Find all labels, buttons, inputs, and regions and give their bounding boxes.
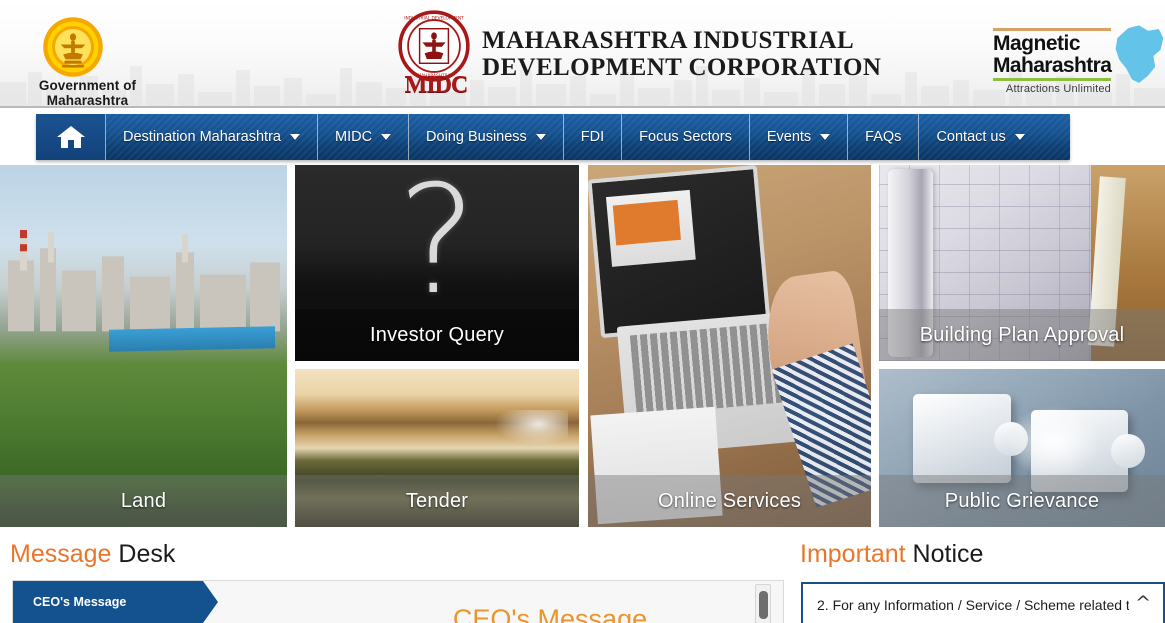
puzzle-piece [913, 394, 1011, 483]
midc-wordmark: MIDC [404, 72, 469, 98]
nav-item-destination-maharashtra[interactable]: Destination Maharashtra [106, 114, 318, 160]
nav-item-events[interactable]: Events [750, 114, 849, 160]
home-icon [56, 126, 85, 148]
chevron-down-icon [820, 134, 831, 140]
chevron-down-icon [289, 134, 300, 140]
important-notice-section-title: Important Notice [800, 540, 983, 569]
midc-title-line2: DEVELOPMENT CORPORATION [482, 54, 882, 81]
nav-home-button[interactable] [36, 114, 106, 160]
important-notice-panel: 2. For any Information / Service / Schem… [801, 582, 1165, 623]
nav-item-focus-sectors[interactable]: Focus Sectors [622, 114, 750, 160]
main-navigation-bar: Destination Maharashtra MIDC Doing Busin… [0, 108, 1165, 165]
paper-sheen [493, 410, 568, 445]
blue-shed-roof [109, 326, 276, 352]
chevron-down-icon [535, 134, 546, 140]
tile-land[interactable]: Land [0, 165, 287, 527]
maharashtra-state-emblem-icon [43, 17, 103, 77]
message-desk-scrollbar[interactable] [755, 584, 771, 623]
tile-caption: Investor Query [295, 309, 579, 361]
gov-of-maharashtra-label: Government of Maharashtra [38, 78, 137, 108]
magnetic-maharashtra-logo[interactable]: Magnetic Maharashtra Attractions Unlimit… [993, 28, 1118, 95]
site-header: Government of Maharashtra INDUSTRIAL DEV… [0, 0, 1165, 108]
message-desk-tab-ceos-message[interactable]: CEO's Message [13, 581, 203, 623]
nav-item-label: Focus Sectors [639, 129, 732, 145]
tile-caption: Land [0, 475, 287, 527]
nav-list: Destination Maharashtra MIDC Doing Busin… [36, 114, 1070, 160]
notice-item-text[interactable]: 2. For any Information / Service / Schem… [817, 597, 1129, 613]
nav-item-label: FAQs [865, 129, 902, 145]
tile-building-plan-approval[interactable]: Building Plan Approval [879, 165, 1165, 361]
scrollbar-thumb[interactable] [759, 591, 768, 619]
message-desk-body-heading: CEO's Message [452, 604, 648, 623]
nav-item-label: Destination Maharashtra [123, 129, 281, 145]
nav-item-label: Doing Business [426, 129, 527, 145]
chevron-down-icon [1014, 134, 1025, 140]
important-notice-title-rest: Notice [905, 540, 984, 568]
tile-tender[interactable]: Tender [295, 369, 579, 527]
magnetic-tagline: Attractions Unlimited [1005, 83, 1111, 95]
tile-caption: Online Services [588, 475, 871, 527]
tile-caption: Tender [295, 475, 579, 527]
highlight-glow [1004, 403, 1103, 480]
nav-item-label: Events [766, 129, 812, 145]
nav-item-contact-us[interactable]: Contact us [919, 114, 1041, 160]
magnetic-line2: Maharashtra [993, 54, 1112, 77]
question-mark-icon: ? [397, 165, 477, 328]
lower-content-area: Message Desk CEO's Message CEO's Message… [0, 530, 1165, 623]
message-desk-section-title: Message Desk [10, 540, 175, 569]
nav-item-doing-business[interactable]: Doing Business [409, 114, 564, 160]
message-desk-title-highlight: Message [10, 540, 112, 568]
tile-caption: Building Plan Approval [879, 309, 1165, 361]
nav-item-midc[interactable]: MIDC [318, 114, 410, 160]
nav-item-faqs[interactable]: FAQs [848, 114, 920, 160]
tile-online-services[interactable]: Online Services [588, 165, 871, 527]
tab-pointer-arrow [203, 581, 218, 623]
tile-public-grievance[interactable]: Public Grievance [879, 369, 1165, 527]
tile-caption: Public Grievance [879, 475, 1165, 527]
chevron-up-icon[interactable]: ^ [1135, 594, 1151, 613]
tile-investor-query[interactable]: ? Investor Query [295, 165, 579, 361]
quick-links-tile-grid: Land ? Investor Query Tender Online Serv… [0, 165, 1165, 530]
laptop-screen [588, 165, 771, 339]
magnetic-line1: Magnetic [993, 32, 1081, 55]
message-desk-tab-label: CEO's Message [33, 595, 127, 609]
industrial-plant-and-green-land-photo [0, 165, 287, 527]
midc-title-line1: MAHARASHTRA INDUSTRIAL [482, 27, 855, 54]
message-desk-title-rest: Desk [111, 540, 176, 568]
magnetic-rule-top [993, 28, 1111, 31]
plant-silhouette-icon [8, 230, 280, 332]
nav-item-fdi[interactable]: FDI [564, 114, 623, 160]
laptop-typing-hands-photo [588, 165, 871, 527]
maharashtra-map-outline-icon [1115, 25, 1164, 83]
page-title: MAHARASHTRA INDUSTRIAL DEVELOPMENT CORPO… [482, 27, 881, 81]
important-notice-title-highlight: Important [800, 540, 906, 568]
nav-item-label: MIDC [334, 129, 373, 145]
nav-item-label: FDI [580, 129, 605, 145]
svg-text:INDUSTRIAL DEVELOPMENT: INDUSTRIAL DEVELOPMENT [404, 15, 464, 21]
magnetic-rule-bottom [993, 78, 1111, 81]
chevron-down-icon [381, 134, 392, 140]
nav-item-label: Contact us [936, 129, 1006, 145]
